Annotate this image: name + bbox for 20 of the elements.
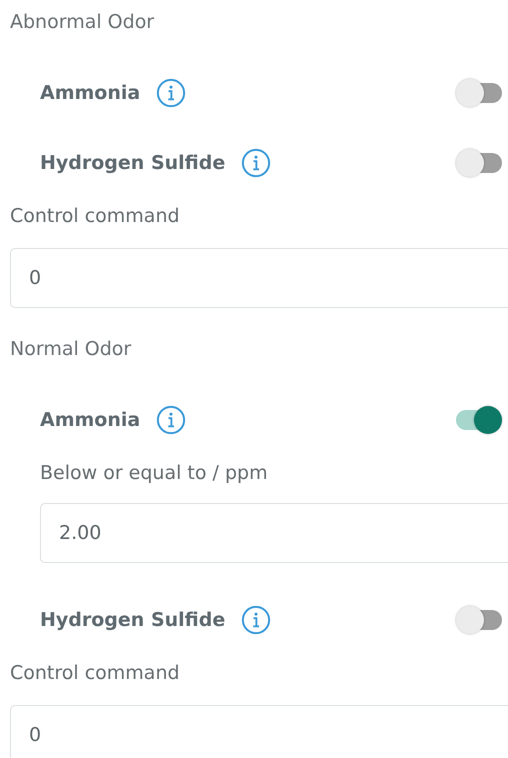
field-label: Below or equal to / ppm — [40, 461, 269, 486]
info-icon[interactable] — [241, 148, 272, 178]
field-label: Control command — [10, 661, 181, 686]
info-icon[interactable] — [156, 78, 186, 108]
toggle-switch[interactable] — [456, 406, 502, 434]
toggle-switch[interactable] — [456, 79, 502, 107]
info-icon[interactable] — [156, 405, 186, 435]
section-title: Normal Odor — [10, 337, 132, 362]
input-field[interactable]: 0 — [10, 248, 508, 308]
sensor-label: Hydrogen Sulfide — [40, 609, 226, 631]
sensor-label: Ammonia — [40, 82, 140, 104]
input-field[interactable]: 0 — [10, 705, 508, 758]
sensor-label: Hydrogen Sulfide — [40, 152, 226, 174]
sensor-label: Ammonia — [40, 409, 140, 431]
toggle-switch[interactable] — [456, 606, 502, 634]
input-field[interactable]: 2.00 — [40, 503, 508, 563]
info-icon[interactable] — [241, 605, 272, 635]
field-label: Control command — [10, 204, 181, 229]
toggle-switch[interactable] — [456, 149, 502, 177]
section-title: Abnormal Odor — [10, 10, 156, 35]
